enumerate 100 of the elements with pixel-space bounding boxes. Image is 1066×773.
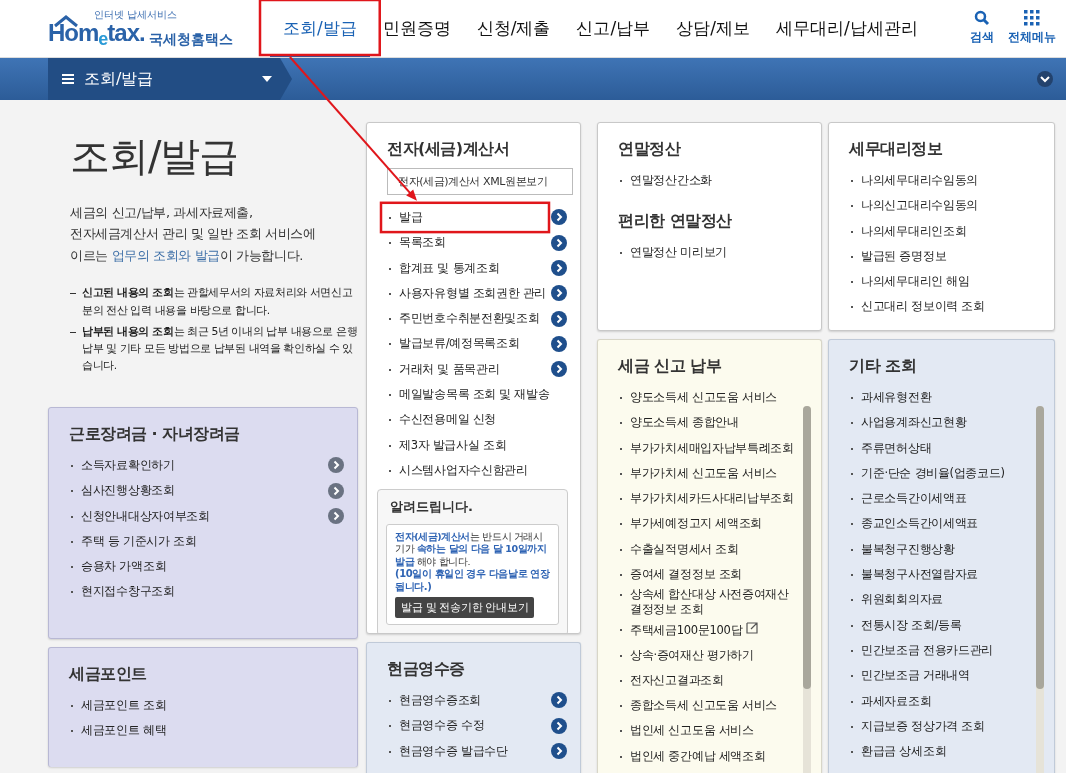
menu-link[interactable]: 현금영수증조회 xyxy=(387,692,550,708)
menu-icon xyxy=(1024,10,1040,26)
menu-link[interactable]: 종교인소득간이세액표 xyxy=(849,516,1028,532)
arrow-circle-icon[interactable] xyxy=(550,716,568,735)
nav-tab[interactable]: 상담/제보 xyxy=(663,0,763,57)
arrow-circle-icon[interactable] xyxy=(327,456,345,475)
menu-link[interactable]: 사용자유형별 조회권한 관리 xyxy=(387,285,550,301)
menu-link[interactable]: 연말정산 미리보기 xyxy=(618,245,809,260)
menu-link[interactable]: 나의세무대리인 해임 xyxy=(849,274,1042,290)
menu-link[interactable]: 세금포인트 혜택 xyxy=(69,723,345,739)
nav-tab[interactable]: 신청/제출 xyxy=(463,0,564,57)
menu-link[interactable]: 불복청구사전열람자료 xyxy=(849,567,1028,582)
notice-subtext: (10일이 휴일인 경우 다음날로 연장됩니다.) xyxy=(395,568,550,594)
menu-link[interactable]: 주류면허상태 xyxy=(849,440,1028,456)
menu-link[interactable]: 사업용계좌신고현황 xyxy=(849,415,1028,431)
menu-link[interactable]: 양도소득세 신고도움 서비스 xyxy=(618,389,795,405)
menu-link[interactable]: 목록조회 xyxy=(387,235,550,251)
intro-link[interactable]: 업무의 조회와 발급 xyxy=(111,247,220,263)
menu-link[interactable]: 연말정산간소화 xyxy=(618,172,809,188)
menu-link[interactable]: 부가세예정고지 세액조회 xyxy=(618,516,795,532)
arrow-circle-icon[interactable] xyxy=(327,481,345,500)
arrow-circle-icon[interactable] xyxy=(550,742,568,761)
menu-link[interactable]: 양도소득세 종합안내 xyxy=(618,415,795,431)
menu-link[interactable]: 지급보증 정상가격 조회 xyxy=(849,718,1028,734)
arrow-circle-icon[interactable] xyxy=(550,259,568,278)
menu-link[interactable]: 제3자 발급사실 조회 xyxy=(387,437,568,453)
menu-link[interactable]: 합계표 및 통계조회 xyxy=(387,260,550,276)
menu-link[interactable]: 과세유형전환 xyxy=(849,389,1028,405)
menu-link[interactable]: 메일발송목록 조회 및 재발송 xyxy=(387,387,568,402)
menu-link[interactable]: 나의신고대리수임동의 xyxy=(849,198,1042,214)
menu-link[interactable]: 수신전용메일 신청 xyxy=(387,412,568,428)
menu-link[interactable]: 법인세 중간예납 세액조회 xyxy=(618,748,795,764)
menu-link[interactable]: 신청안내대상자여부조회 xyxy=(69,508,327,524)
menu-link[interactable]: 승용차 가액조회 xyxy=(69,559,345,575)
menu-link[interactable]: 현금영수증 발급수단 xyxy=(387,743,550,759)
arrow-circle-icon[interactable] xyxy=(550,360,568,379)
menu-link[interactable]: 근로소득간이세액표 xyxy=(849,491,1028,507)
menu-link[interactable]: 나의세무대리인조회 xyxy=(849,223,1042,239)
menu-link[interactable]: 발급된 증명정보 xyxy=(849,248,1042,264)
menu-icon xyxy=(62,74,74,84)
menu-link[interactable]: 전자신고결과조회 xyxy=(618,672,795,688)
menu-link[interactable]: 과세자료조회 xyxy=(849,693,1028,709)
scrollbar[interactable] xyxy=(803,406,811,773)
menu-link[interactable]: 세금포인트 조회 xyxy=(69,697,345,713)
menu-link[interactable]: 상속세 합산대상 사전증여재산 결정정보 조회 xyxy=(618,587,795,618)
menu-link[interactable]: 주택 등 기준시가 조회 xyxy=(69,533,345,549)
arrow-circle-icon[interactable] xyxy=(550,691,568,710)
menu-link[interactable]: 기준·단순 경비율(업종코드) xyxy=(849,465,1028,481)
arrow-circle-icon[interactable] xyxy=(550,309,568,328)
xml-view-button[interactable]: 전자(세금)계산서 XML원본보기 xyxy=(387,167,573,195)
menu-link[interactable]: 나의세무대리수임동의 xyxy=(849,172,1042,188)
menu-link[interactable]: 부가가치세카드사대리납부조회 xyxy=(618,491,795,507)
note-text: 납부된 내용의 조회는 최근 5년 이내의 납부 내용으로 은행 납부 및 기타 모든 방법으로 납부된 내역을 확인하실 수 있습니다. xyxy=(70,322,362,375)
arrow-circle-icon[interactable] xyxy=(550,284,568,303)
menu-link[interactable]: 시스템사업자수신함관리 xyxy=(387,462,568,478)
menu-link[interactable]: 심사진행상황조회 xyxy=(69,483,327,499)
menu-link[interactable]: 현금영수증 수정 xyxy=(387,718,550,734)
search-button[interactable]: 검색 xyxy=(970,10,994,46)
menu-link[interactable]: 종합소득세 신고도움 서비스 xyxy=(618,698,795,714)
card-title: 근로장려금 · 자녀장려금 xyxy=(69,424,241,445)
menu-link[interactable]: 부가가치세매입자납부특례조회 xyxy=(618,440,795,456)
arrow-circle-icon[interactable] xyxy=(550,334,568,353)
menu-link[interactable]: 주택세금100문100답 xyxy=(618,621,795,638)
breadcrumb-dropdown[interactable]: 조회/발급 xyxy=(48,58,292,100)
menu-link[interactable]: 민간보조금 전용카드관리 xyxy=(849,642,1028,658)
logo-text[interactable]: Hom$_{e}$tax. xyxy=(48,21,145,57)
menu-button[interactable]: 전체메뉴 xyxy=(1008,10,1056,46)
menu-link[interactable]: 민간보조금 거래내역 xyxy=(849,668,1028,684)
logo-tagline: 인터넷 납세서비스 xyxy=(94,9,178,21)
card-title: 현금영수증 xyxy=(387,659,466,680)
menu-link[interactable]: 증여세 결정정보 조회 xyxy=(618,567,795,582)
arrow-circle-icon[interactable] xyxy=(327,507,345,526)
menu-link[interactable]: 신고대리 정보이력 조회 xyxy=(849,299,1042,315)
arrow-circle-icon[interactable] xyxy=(550,208,568,227)
notice-title: 알려드립니다. xyxy=(390,498,474,517)
menu-link[interactable]: 상속·증여재산 평가하기 xyxy=(618,647,795,663)
nav-tab[interactable]: 신고/납부 xyxy=(563,0,664,57)
menu-link[interactable]: 전통시장 조회/등록 xyxy=(849,617,1028,633)
nav-tab[interactable]: 민원증명 xyxy=(369,0,464,57)
menu-link[interactable]: 주민번호수취분전환및조회 xyxy=(387,311,550,327)
expand-icon[interactable] xyxy=(1036,70,1054,88)
menu-link[interactable]: 불복청구진행상황 xyxy=(849,541,1028,557)
menu-link[interactable]: 발급 xyxy=(387,209,550,225)
menu-link[interactable]: 수출실적명세서 조회 xyxy=(618,541,795,557)
menu-link[interactable]: 환급금 상세조회 xyxy=(849,744,1028,760)
menu-link[interactable]: 법인세 신고도움 서비스 xyxy=(618,723,795,739)
scrollbar[interactable] xyxy=(1036,406,1044,773)
menu-link[interactable]: 현지접수창구조회 xyxy=(69,584,345,600)
deadline-guide-button[interactable]: 발급 및 전송기한 안내보기 xyxy=(395,597,535,619)
menu-link[interactable]: 위원회회의자료 xyxy=(849,592,1028,608)
arrow-circle-icon[interactable] xyxy=(550,233,568,252)
card-title: 기타 조회 xyxy=(849,356,918,377)
card-title: 연말정산 xyxy=(618,139,682,160)
nav-tab[interactable]: 세무대리/납세관리 xyxy=(762,0,931,57)
menu-link[interactable]: 발급보류/예정목록조회 xyxy=(387,336,550,352)
external-link-icon xyxy=(746,621,759,634)
menu-link[interactable]: 거래처 및 품목관리 xyxy=(387,361,550,377)
card-title: 세금포인트 xyxy=(69,664,148,685)
menu-link[interactable]: 소득자료확인하기 xyxy=(69,457,327,473)
menu-link[interactable]: 부가가치세 신고도움 서비스 xyxy=(618,465,795,481)
